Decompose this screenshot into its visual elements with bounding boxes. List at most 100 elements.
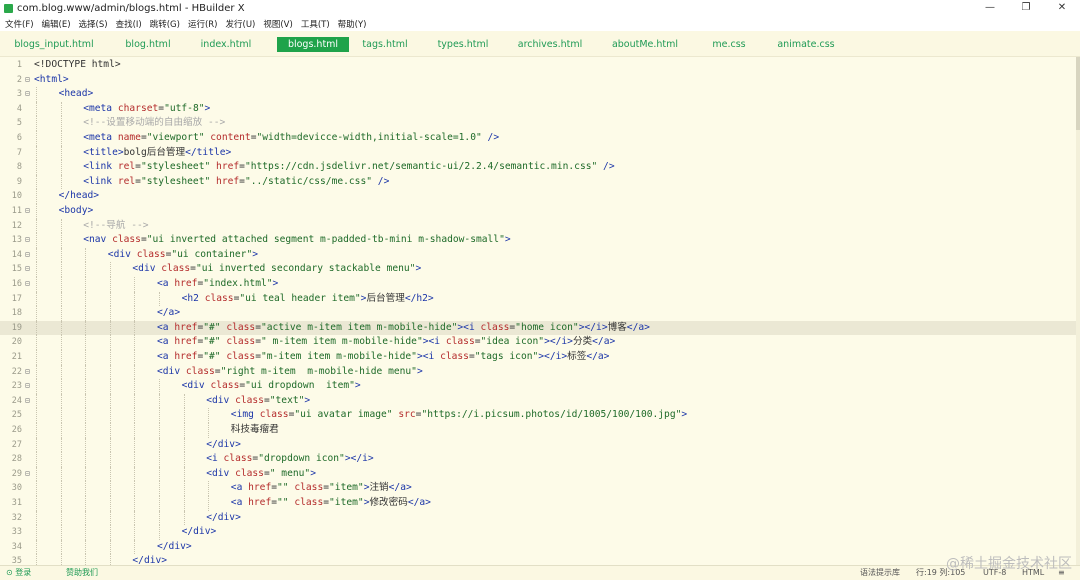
tab-animate-css[interactable]: animate.css — [766, 37, 846, 52]
code-line[interactable]: 22 ⊟ <div class="right m-item m-mobile-hid… — [0, 364, 1076, 380]
code-line[interactable]: 25 <img class="ui avatar image" src="http… — [0, 408, 1076, 423]
menu-item[interactable]: 编辑(E) — [42, 18, 71, 30]
line-number: 28 — [11, 454, 22, 465]
code-line[interactable]: 26 科技毒瘤君 — [0, 423, 1076, 438]
fold-toggle-icon[interactable]: ⊟ — [25, 379, 30, 394]
code-line[interactable]: 34 </div> — [0, 539, 1076, 555]
scrollbar-thumb[interactable] — [1076, 57, 1080, 130]
code-line[interactable]: 9 <link rel="stylesheet" href="../static/… — [0, 174, 1076, 190]
code-line[interactable]: 23 ⊟ <div class="ui dropdown item"> — [0, 379, 1076, 394]
code-line[interactable]: 3 ⊟ <head> — [0, 87, 1076, 102]
code-line[interactable]: 16 ⊟ <a href="index.html"> — [0, 277, 1076, 292]
code-token-attr: class — [210, 380, 240, 392]
fold-toggle-icon[interactable]: ⊟ — [25, 204, 30, 219]
indent-guide — [36, 247, 37, 263]
code-line[interactable]: 24 ⊟ <div class="text"> — [0, 393, 1076, 409]
code-line[interactable]: 12 <!--导航 --> — [0, 218, 1076, 234]
code-line[interactable]: 15 ⊟ <div class="ui inverted secondary sta… — [0, 262, 1076, 277]
tab-archives-html[interactable]: archives.html — [506, 37, 594, 52]
code-line[interactable]: 28 <i class="dropdown icon"></i> — [0, 452, 1076, 467]
code-text: <a href="#" class=" m-item item m-mobile… — [157, 335, 615, 350]
code-line[interactable]: 5 <!--设置移动端的自由缩放 --> — [0, 116, 1076, 131]
indent-guide — [134, 306, 136, 321]
code-line[interactable]: 18 </a> — [0, 306, 1076, 321]
indent-guide — [60, 554, 62, 565]
code-line[interactable]: 2 ⊟ <html> — [0, 73, 1076, 88]
minimize-button[interactable]: — — [972, 0, 1008, 16]
code-line[interactable]: 6 <meta name="viewport" content="width=de… — [0, 131, 1076, 146]
menu-item[interactable]: 工具(T) — [301, 18, 330, 30]
code-token-tag: </a> — [592, 336, 616, 348]
fold-toggle-icon[interactable]: ⊟ — [25, 248, 30, 263]
code-line[interactable]: 31 <a href="" class="item">修改密码</a> — [0, 496, 1076, 511]
sponsor-link[interactable]: 赞助我们 — [66, 567, 98, 579]
fold-toggle-icon[interactable]: ⊟ — [25, 394, 30, 409]
menu-item[interactable]: 文件(F) — [5, 18, 34, 30]
tab-blogs-input-html[interactable]: blogs_input.html — [6, 37, 102, 52]
tab-me-css[interactable]: me.css — [700, 37, 758, 52]
code-line[interactable]: 27 </div> — [0, 437, 1076, 453]
indent-guide — [36, 320, 37, 336]
code-editor[interactable]: 1 <!DOCTYPE html> 2 ⊟ <html> 3 ⊟ <head> 4 <meta c… — [0, 57, 1076, 565]
code-line[interactable]: 14 ⊟ <div class="ui container"> — [0, 247, 1076, 263]
code-line[interactable]: 29 ⊟ <div class=" menu"> — [0, 466, 1076, 482]
fold-toggle-icon[interactable]: ⊟ — [25, 467, 30, 482]
maximize-button[interactable]: ❐ — [1008, 0, 1044, 16]
tab-index-html[interactable]: index.html — [190, 37, 262, 52]
code-token-val: "#" — [203, 321, 221, 333]
code-line[interactable]: 20 <a href="#" class=" m-item item m-mobi… — [0, 335, 1076, 350]
code-token-val: "active m-item item m-mobile-hide" — [261, 321, 458, 333]
indent-guide — [85, 262, 87, 277]
menu-item[interactable]: 帮助(Y) — [338, 18, 367, 30]
code-line[interactable]: 35 </div> — [0, 554, 1076, 565]
vertical-scrollbar[interactable] — [1076, 57, 1080, 565]
code-token-tag: /> — [372, 175, 390, 187]
code-line[interactable]: 30 <a href="" class="item">注销</a> — [0, 481, 1076, 496]
menu-item[interactable]: 视图(V) — [263, 18, 292, 30]
tab-blogs-html[interactable]: blogs.html — [277, 37, 349, 52]
menu-item[interactable]: 跳转(G) — [150, 18, 180, 30]
code-line[interactable]: 13 ⊟ <nav class="ui inverted attached segm… — [0, 233, 1076, 248]
line-number: 33 — [11, 527, 22, 538]
code-token-tag: </head> — [58, 190, 100, 202]
fold-toggle-icon[interactable]: ⊟ — [25, 233, 30, 248]
fold-toggle-icon[interactable]: ⊟ — [25, 277, 30, 292]
code-line[interactable]: 33 </div> — [0, 525, 1076, 540]
tab-tags-html[interactable]: tags.html — [352, 37, 418, 52]
code-line[interactable]: 10 </head> — [0, 189, 1076, 204]
login-link[interactable]: ⊙ 登录 — [6, 567, 31, 579]
indent-guide — [85, 335, 87, 350]
fold-toggle-icon[interactable]: ⊟ — [25, 262, 30, 277]
code-token-txt: 标签 — [567, 351, 587, 362]
syntax-hint-library[interactable]: 语法提示库 — [860, 567, 900, 579]
menu-item[interactable]: 选择(S) — [79, 18, 108, 30]
code-line[interactable]: 4 <meta charset="utf-8"> — [0, 101, 1076, 117]
indent-guide — [85, 306, 87, 321]
code-line[interactable]: 32 </div> — [0, 510, 1076, 526]
menu-item[interactable]: 查找(I) — [116, 18, 142, 30]
fold-toggle-icon[interactable]: ⊟ — [25, 87, 30, 102]
code-line[interactable]: 1 <!DOCTYPE html> — [0, 58, 1076, 73]
indent-guide — [36, 174, 37, 190]
close-button[interactable]: ✕ — [1044, 0, 1080, 16]
code-token-tag: <a — [157, 336, 175, 348]
code-line[interactable]: 19 <a href="#" class="active m-item item … — [0, 320, 1076, 336]
code-line[interactable]: 11 ⊟ <body> — [0, 204, 1076, 219]
code-line[interactable]: 8 <link rel="stylesheet" href="https://cd… — [0, 160, 1076, 175]
tab-blog-html[interactable]: blog.html — [110, 37, 186, 52]
indent-guide — [85, 393, 87, 409]
fold-toggle-icon[interactable]: ⊟ — [25, 73, 30, 88]
fold-toggle-icon[interactable]: ⊟ — [25, 365, 30, 380]
indent-guide — [60, 247, 62, 263]
code-line[interactable]: 17 <h2 class="ui teal header item">后台管理</… — [0, 291, 1076, 307]
menu-item[interactable]: 运行(R) — [188, 18, 218, 30]
code-token-val: "dropdown icon" — [258, 453, 345, 465]
window-controls: — ❐ ✕ — [972, 0, 1080, 16]
code-text: <a href="" class="item">修改密码</a> — [231, 496, 431, 511]
code-line[interactable]: 21 <a href="#" class="m-item item m-mobil… — [0, 350, 1076, 365]
menu-item[interactable]: 发行(U) — [226, 18, 256, 30]
code-line[interactable]: 7 <title>bolg后台管理</title> — [0, 145, 1076, 161]
code-token-tag: </a> — [157, 307, 181, 319]
tab-types-html[interactable]: types.html — [425, 37, 501, 52]
tab-aboutme-html[interactable]: aboutMe.html — [600, 37, 690, 52]
